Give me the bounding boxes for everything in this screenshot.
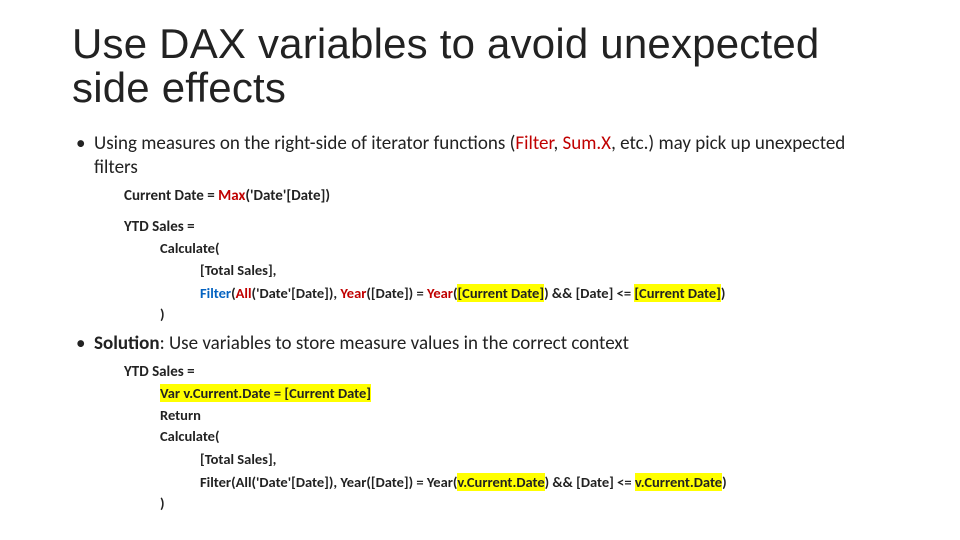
bullet1-pre: Using measures on the right-side of iter… [94, 132, 515, 155]
ex1-cur2: [Current Date] [634, 284, 721, 302]
bullet-item-2: Solution: Use variables to store measure… [72, 332, 888, 515]
slide-title: Use DAX variables to avoid unexpected si… [72, 22, 888, 110]
bullet1-fn1: Filter [515, 132, 553, 155]
ex1-filter-line: Filter(All('Date'[Date]), Year([Date]) =… [200, 282, 888, 304]
bullet-list: Using measures on the right-side of iter… [72, 132, 888, 515]
bullet-item-1: Using measures on the right-side of iter… [72, 132, 888, 326]
ex2-filter: Filter(All('Date'[Date]), Year([Date]) =… [200, 473, 457, 491]
ex1-year-arg1: ([Date]) = [366, 284, 427, 302]
ex2-v1: v.Current.Date [457, 473, 544, 491]
ex1-year-fn2: Year [427, 284, 453, 302]
ex1-all-fn: All [236, 284, 252, 302]
ex2-var: Var [160, 384, 183, 402]
bullet1-fn2: Sum.X [563, 132, 612, 155]
ex1-ytd-label: YTD Sales = [124, 217, 888, 238]
ex1-and: && [Date] <= [549, 284, 635, 302]
ex2-return: Return [160, 405, 888, 427]
ex2-calc-open: Calculate( [160, 426, 888, 448]
ex2-veq: = [271, 384, 285, 402]
bullet1-sep1: , [553, 132, 562, 155]
ex1-cur1: [Current Date] [457, 284, 544, 302]
ex2-var-line: Var v.Current.Date = [Current Date] [160, 383, 888, 405]
ex2-calc-close: ) [160, 493, 888, 515]
bullet2-rest: : Use variables to store measure values … [160, 332, 629, 355]
ex1-filter-fn: Filter [200, 284, 231, 302]
ex1-year-fn: Year [340, 284, 366, 302]
ex1-calc-open: Calculate( [160, 238, 888, 260]
ex2-ytd-label: YTD Sales = [124, 362, 888, 383]
ex2-v2: v.Current.Date [635, 473, 722, 491]
ex2-mid: ) && [Date] <= [545, 473, 635, 491]
ex1-current-date: Current Date = Max('Date'[Date]) [124, 186, 888, 207]
ex1-cd-arg: ('Date'[Date]) [245, 187, 330, 205]
ex2-vval: [Current Date] [284, 384, 371, 402]
ex1-calc-close: ) [160, 304, 888, 326]
slide: Use DAX variables to avoid unexpected si… [0, 0, 960, 515]
ex2-close: ) [722, 473, 727, 491]
bullet2-sol: Solution [94, 332, 160, 355]
ex1-all-arg: ('Date'[Date]), [252, 284, 341, 302]
ex2-filter-line: Filter(All('Date'[Date]), Year([Date]) =… [200, 471, 888, 493]
ex1-cd-label: Current Date = [124, 187, 218, 205]
ex2-vname: v.Current.Date [183, 384, 270, 402]
ex1-cd-fn: Max [218, 187, 245, 205]
ex1-filter-close: ) [721, 284, 726, 302]
ex1-total: [Total Sales], [200, 259, 888, 281]
ex2-total: [Total Sales], [200, 448, 888, 470]
